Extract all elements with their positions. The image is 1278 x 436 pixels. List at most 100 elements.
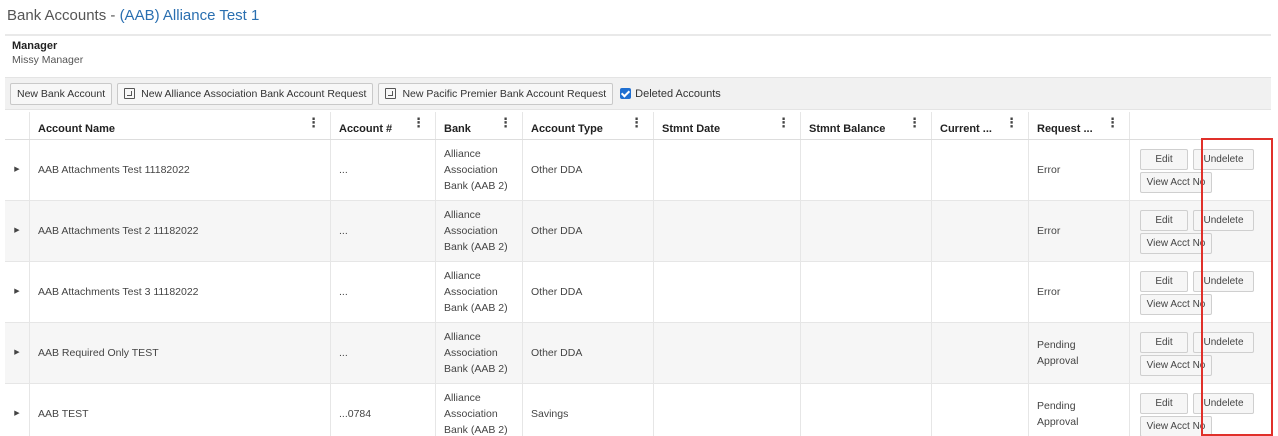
expand-triangle-icon[interactable]: ▶	[5, 262, 30, 322]
table-row[interactable]: ▶ AAB Attachments Test 2 11182022 ... Al…	[5, 201, 1271, 262]
bank-line: Bank (AAB 2)	[444, 241, 508, 253]
column-request[interactable]: Request ... ⋮	[1029, 112, 1130, 139]
bank-line: Bank (AAB 2)	[444, 180, 508, 192]
row-actions: Edit Undelete View Acct No	[1130, 384, 1271, 436]
column-stmnt-date[interactable]: Stmnt Date ⋮	[654, 112, 801, 139]
undelete-button[interactable]: Undelete	[1193, 271, 1254, 292]
association-link[interactable]: (AAB) Alliance Test 1	[120, 7, 260, 24]
table-row[interactable]: ▶ AAB TEST ...0784 Alliance Association …	[5, 384, 1271, 436]
kebab-menu-icon[interactable]: ⋮	[1106, 116, 1119, 129]
new-pacific-request-button[interactable]: New Pacific Premier Bank Account Request	[378, 82, 614, 105]
edit-button[interactable]: Edit	[1140, 393, 1188, 414]
page-title: Bank Accounts - (AAB) Alliance Test 1	[0, 0, 1278, 34]
kebab-menu-icon[interactable]: ⋮	[1005, 116, 1018, 129]
column-account-number[interactable]: Account # ⋮	[331, 112, 436, 139]
column-label: Account Name	[38, 123, 116, 135]
kebab-menu-icon[interactable]: ⋮	[499, 116, 512, 129]
account-number-cell: ...	[331, 262, 436, 322]
stmnt-balance-cell	[801, 201, 932, 261]
column-expand	[5, 112, 30, 139]
checkbox-checked-icon[interactable]	[620, 88, 632, 99]
stmnt-date-cell	[654, 201, 801, 261]
column-account-name[interactable]: Account Name ⋮	[30, 112, 331, 139]
request-status-line: Error	[1037, 225, 1061, 237]
account-number-cell: ...	[331, 323, 436, 383]
current-cell	[932, 384, 1029, 436]
column-label: Account #	[339, 123, 393, 135]
table-row[interactable]: ▶ AAB Required Only TEST ... Alliance As…	[5, 323, 1271, 384]
edit-button[interactable]: Edit	[1140, 210, 1188, 231]
bank-line: Bank (AAB 2)	[444, 424, 508, 436]
column-account-type[interactable]: Account Type ⋮	[523, 112, 654, 139]
account-type-cell: Other DDA	[523, 262, 654, 322]
expand-triangle-icon[interactable]: ▶	[5, 140, 30, 200]
current-cell	[932, 140, 1029, 200]
bank-line: Alliance	[444, 270, 481, 282]
stmnt-balance-cell	[801, 384, 932, 436]
title-divider	[5, 34, 1271, 36]
bank-line: Association	[444, 286, 498, 298]
page-title-prefix: Bank Accounts -	[7, 7, 120, 24]
bank-line: Alliance	[444, 209, 481, 221]
undelete-button[interactable]: Undelete	[1193, 332, 1254, 353]
bank-line: Bank (AAB 2)	[444, 302, 508, 314]
current-cell	[932, 262, 1029, 322]
toolbar: New Bank Account New Alliance Associatio…	[5, 77, 1271, 110]
bank-line: Association	[444, 408, 498, 420]
manager-label: Manager	[12, 40, 58, 52]
account-type-cell: Other DDA	[523, 323, 654, 383]
undelete-button[interactable]: Undelete	[1193, 393, 1254, 414]
request-status-cell: Error	[1029, 201, 1130, 261]
account-type-cell: Savings	[523, 384, 654, 436]
view-acct-no-button[interactable]: View Acct No	[1140, 294, 1212, 315]
deleted-accounts-toggle[interactable]: Deleted Accounts	[620, 88, 721, 100]
column-label: Account Type	[531, 123, 603, 135]
new-bank-account-button[interactable]: New Bank Account	[10, 82, 113, 105]
account-name-cell: AAB Required Only TEST	[30, 323, 331, 383]
row-actions: Edit Undelete View Acct No	[1130, 140, 1271, 200]
account-name-cell: AAB Attachments Test 11182022	[30, 140, 331, 200]
bank-cell: Alliance Association Bank (AAB 2)	[436, 262, 523, 322]
column-actions	[1130, 112, 1271, 139]
request-status-cell: Error	[1029, 140, 1130, 200]
account-name-cell: AAB Attachments Test 2 11182022	[30, 201, 331, 261]
view-acct-no-button[interactable]: View Acct No	[1140, 172, 1212, 193]
request-status-line: Error	[1037, 164, 1061, 176]
manager-name: Missy Manager	[12, 54, 84, 66]
stmnt-date-cell	[654, 262, 801, 322]
column-stmnt-balance[interactable]: Stmnt Balance ⋮	[801, 112, 932, 139]
current-cell	[932, 323, 1029, 383]
edit-button[interactable]: Edit	[1140, 149, 1188, 170]
account-name-cell: AAB TEST	[30, 384, 331, 436]
kebab-menu-icon[interactable]: ⋮	[908, 116, 921, 129]
account-number-cell: ...	[331, 201, 436, 261]
document-icon	[385, 88, 397, 99]
kebab-menu-icon[interactable]: ⋮	[307, 116, 320, 129]
view-acct-no-button[interactable]: View Acct No	[1140, 355, 1212, 376]
column-label: Stmnt Date	[662, 123, 721, 135]
account-number-cell: ...0784	[331, 384, 436, 436]
column-current[interactable]: Current ... ⋮	[932, 112, 1029, 139]
stmnt-date-cell	[654, 384, 801, 436]
expand-triangle-icon[interactable]: ▶	[5, 201, 30, 261]
undelete-button[interactable]: Undelete	[1193, 210, 1254, 231]
kebab-menu-icon[interactable]: ⋮	[630, 116, 643, 129]
kebab-menu-icon[interactable]: ⋮	[777, 116, 790, 129]
bank-cell: Alliance Association Bank (AAB 2)	[436, 323, 523, 383]
column-bank[interactable]: Bank ⋮	[436, 112, 523, 139]
account-name-cell: AAB Attachments Test 3 11182022	[30, 262, 331, 322]
undelete-button[interactable]: Undelete	[1193, 149, 1254, 170]
expand-triangle-icon[interactable]: ▶	[5, 323, 30, 383]
edit-button[interactable]: Edit	[1140, 332, 1188, 353]
grid-body: ▶ AAB Attachments Test 11182022 ... Alli…	[5, 140, 1271, 436]
table-row[interactable]: ▶ AAB Attachments Test 11182022 ... Alli…	[5, 140, 1271, 201]
edit-button[interactable]: Edit	[1140, 271, 1188, 292]
kebab-menu-icon[interactable]: ⋮	[412, 116, 425, 129]
deleted-accounts-label: Deleted Accounts	[635, 87, 721, 100]
table-row[interactable]: ▶ AAB Attachments Test 3 11182022 ... Al…	[5, 262, 1271, 323]
view-acct-no-button[interactable]: View Acct No	[1140, 416, 1212, 436]
stmnt-balance-cell	[801, 262, 932, 322]
new-alliance-request-button[interactable]: New Alliance Association Bank Account Re…	[117, 82, 374, 105]
expand-triangle-icon[interactable]: ▶	[5, 384, 30, 436]
view-acct-no-button[interactable]: View Acct No	[1140, 233, 1212, 254]
